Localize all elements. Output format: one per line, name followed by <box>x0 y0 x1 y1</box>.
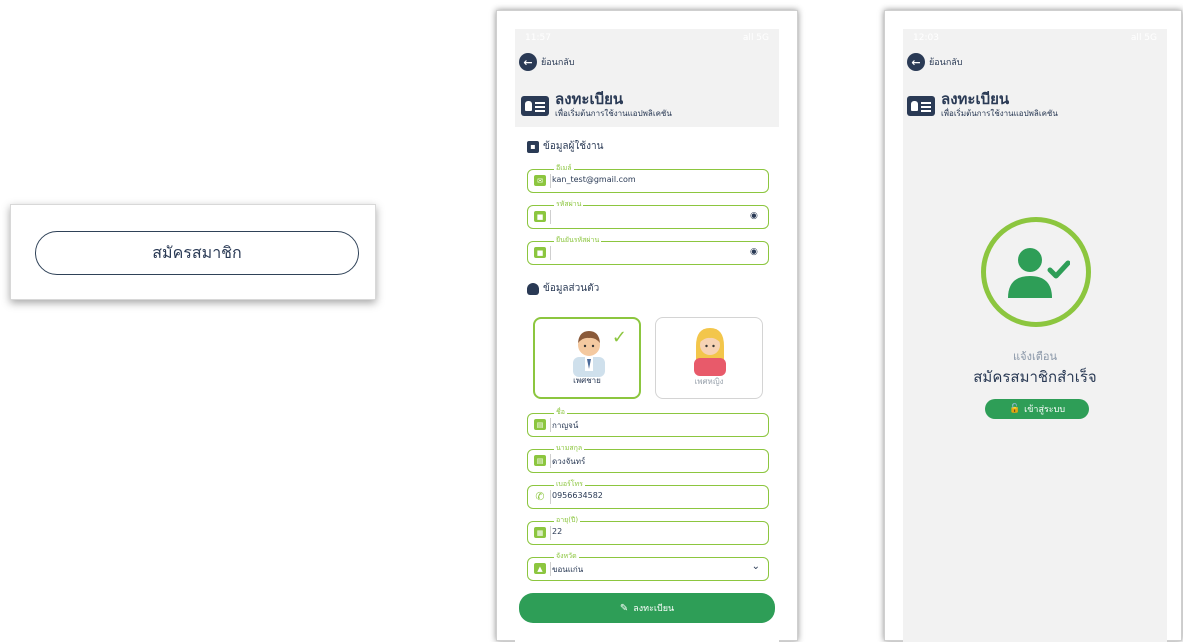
id-card-icon <box>907 95 935 116</box>
province-value: ขอนแก่น <box>552 565 584 574</box>
field-separator <box>550 174 551 188</box>
phone-label: เบอร์โทร <box>554 479 585 489</box>
last-name-field[interactable]: นามสกุล ▤ ดวงจันทร์ <box>527 443 769 473</box>
back-button[interactable]: ← ย้อนกลับ <box>907 53 963 71</box>
success-circle <box>981 217 1091 327</box>
field-separator <box>550 454 551 468</box>
status-signal: all 5G <box>1130 33 1157 43</box>
alert-title: แจ้งเตือน <box>1013 350 1057 363</box>
eye-icon[interactable]: ◉ <box>750 247 762 257</box>
page-subtitle: เพื่อเริ่มต้นการใช้งานแอปพลิเคชัน <box>555 109 672 118</box>
confirm-password-label: ยืนยันรหัสผ่าน <box>554 235 602 245</box>
edit-icon: ✎ <box>619 602 629 614</box>
gender-female-card[interactable]: เพศหญิง <box>655 317 763 399</box>
alert-message: สมัครสมาชิกสำเร็จ <box>973 368 1097 386</box>
back-label: ย้อนกลับ <box>929 58 963 68</box>
chevron-down-icon: ⌄ <box>751 561 760 572</box>
user-check-icon <box>1008 248 1070 298</box>
province-label: จังหวัด <box>554 551 579 561</box>
section-user-title: ข้อมูลผู้ใช้งาน <box>543 141 604 152</box>
id-card-icon: ▤ <box>534 455 546 466</box>
field-separator <box>550 562 551 576</box>
page-title: ลงทะเบียน <box>941 90 1010 108</box>
eye-icon[interactable]: ◉ <box>750 211 762 221</box>
field-separator <box>550 418 551 432</box>
page-header: ลงทะเบียน เพื่อเริ่มต้นการใช้งานแอปพลิเค… <box>521 91 672 120</box>
email-label: อีเมล์ <box>554 163 574 173</box>
password-field[interactable]: รหัสผ่าน ■ ◉ <box>527 199 769 229</box>
status-signal: all 5G <box>742 33 769 43</box>
register-member-button[interactable]: สมัครสมาชิก <box>35 231 359 275</box>
calendar-icon: ▦ <box>534 527 546 538</box>
user-card-icon: ▪ <box>527 140 539 153</box>
last-name-label: นามสกุล <box>554 443 585 453</box>
male-avatar-icon <box>573 331 605 377</box>
back-arrow-icon: ← <box>519 53 537 71</box>
field-separator <box>550 210 551 224</box>
back-label: ย้อนกลับ <box>541 58 575 68</box>
gender-male-label: เพศชาย <box>573 376 601 385</box>
email-field[interactable]: อีเมล์ ✉ kan_test@gmail.com <box>527 163 769 193</box>
first-name-value: กาญจน์ <box>552 421 579 430</box>
last-name-value: ดวงจันทร์ <box>552 457 586 466</box>
status-time: 12:03 <box>913 33 939 43</box>
gender-female-label: เพศหญิง <box>694 377 724 386</box>
age-label: อายุ(ปี) <box>554 515 581 525</box>
submit-register-label: ลงทะเบียน <box>633 604 675 614</box>
first-name-label: ชื่อ <box>554 407 567 417</box>
confirm-password-field[interactable]: ยืนยันรหัสผ่าน ■ ◉ <box>527 235 769 265</box>
field-separator <box>550 526 551 540</box>
female-avatar-icon <box>694 328 726 376</box>
page-header: ลงทะเบียน เพื่อเริ่มต้นการใช้งานแอปพลิเค… <box>907 91 1058 120</box>
field-separator <box>550 490 551 504</box>
lock-icon: ■ <box>534 211 546 222</box>
unlock-icon: 🔓 <box>1008 404 1021 414</box>
page-title: ลงทะเบียน <box>555 90 624 108</box>
submit-register-button[interactable]: ✎ ลงทะเบียน <box>519 593 775 623</box>
envelope-icon: ✉ <box>534 175 546 186</box>
field-separator <box>550 246 551 260</box>
first-name-field[interactable]: ชื่อ ▤ กาญจน์ <box>527 407 769 437</box>
age-value: 22 <box>552 527 563 536</box>
phone-icon: ✆ <box>535 490 545 503</box>
map-icon: ▲ <box>534 563 546 574</box>
login-label: เข้าสู่ระบบ <box>1024 405 1066 415</box>
section-personal-title: ข้อมูลส่วนตัว <box>543 283 600 294</box>
lock-icon: ■ <box>534 247 546 258</box>
phone-register-success: 12:03 all 5G ← ย้อนกลับ ลงทะเบียน เพื่อเ… <box>884 10 1182 642</box>
back-arrow-icon: ← <box>907 53 925 71</box>
status-time: 11:57 <box>525 33 551 43</box>
province-select[interactable]: จังหวัด ▲ ขอนแก่น ⌄ <box>527 551 769 581</box>
email-value: kan_test@gmail.com <box>552 175 636 184</box>
register-screen: 11:57 all 5G ← ย้อนกลับ ลงทะเบียน เพื่อเ… <box>515 29 779 642</box>
phone-value: 0956634582 <box>552 491 603 500</box>
status-bar: 11:57 all 5G <box>515 29 779 47</box>
form-panel: ▪ ข้อมูลผู้ใช้งาน อีเมล์ ✉ kan_test@gmai… <box>515 127 779 642</box>
phone-field[interactable]: เบอร์โทร ✆ 0956634582 <box>527 479 769 509</box>
register-card: สมัครสมาชิก <box>10 204 376 300</box>
section-personal-info: ข้อมูลส่วนตัว <box>527 281 599 296</box>
id-card-icon <box>521 95 549 116</box>
status-bar: 12:03 all 5G <box>903 29 1167 47</box>
phone-register-form: 11:57 all 5G ← ย้อนกลับ ลงทะเบียน เพื่อเ… <box>496 10 798 642</box>
person-icon <box>527 282 539 295</box>
check-icon: ✓ <box>611 327 627 348</box>
success-screen: 12:03 all 5G ← ย้อนกลับ ลงทะเบียน เพื่อเ… <box>903 29 1167 642</box>
gender-male-card[interactable]: ✓ เพศชาย <box>533 317 641 399</box>
id-card-icon: ▤ <box>534 419 546 430</box>
page-subtitle: เพื่อเริ่มต้นการใช้งานแอปพลิเคชัน <box>941 109 1058 118</box>
section-user-info: ▪ ข้อมูลผู้ใช้งาน <box>527 139 603 154</box>
back-button[interactable]: ← ย้อนกลับ <box>519 53 575 71</box>
login-button[interactable]: 🔓 เข้าสู่ระบบ <box>985 399 1089 419</box>
age-field[interactable]: อายุ(ปี) ▦ 22 <box>527 515 769 545</box>
password-label: รหัสผ่าน <box>554 199 584 209</box>
